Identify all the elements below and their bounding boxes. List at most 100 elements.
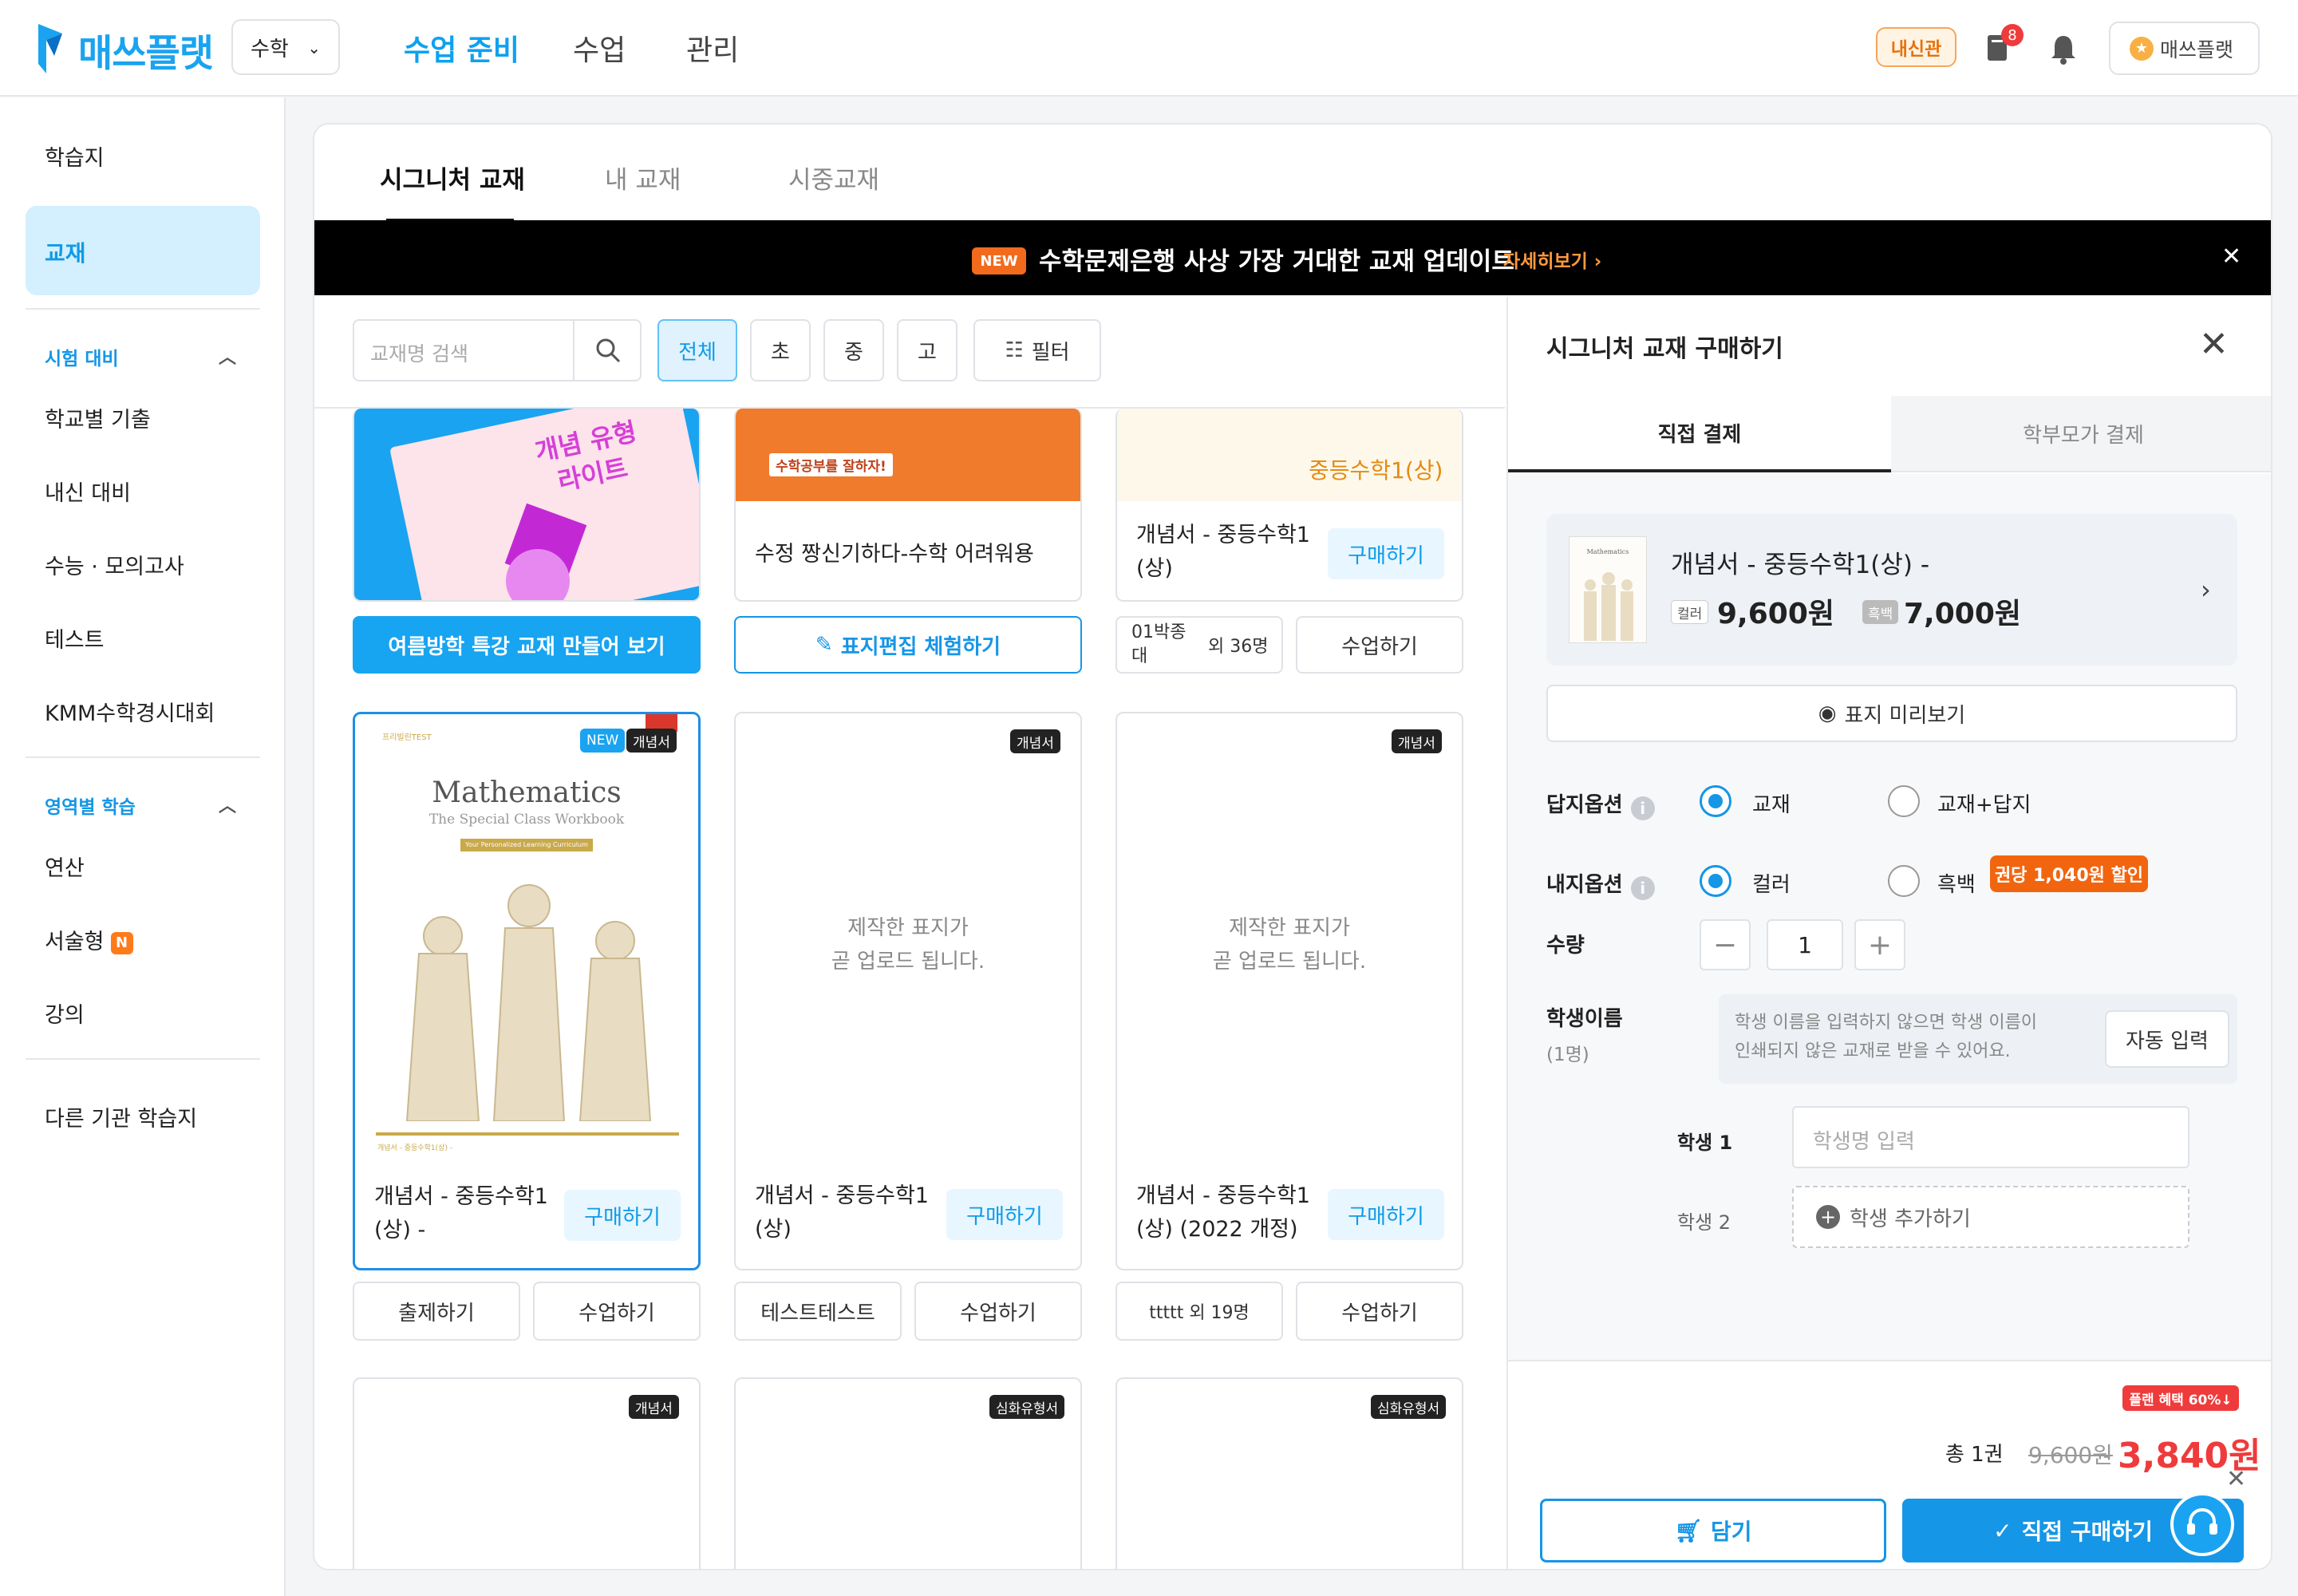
teach-button[interactable]: 수업하기 bbox=[1296, 1282, 1463, 1341]
cover-edit-button[interactable]: ✎ 표지편집 체험하기 bbox=[734, 616, 1082, 674]
paper-option-label: 내지옵션 i bbox=[1546, 868, 1655, 900]
tab-my-textbook[interactable]: 내 교재 bbox=[605, 160, 681, 196]
sidebar-item-other-worksheets[interactable]: 다른 기관 학습지 bbox=[45, 1101, 197, 1132]
assigned-students-button[interactable]: 01박종대 외 36명 bbox=[1115, 616, 1283, 674]
teach-button[interactable]: 수업하기 bbox=[1296, 616, 1463, 674]
book-card[interactable]: 개념서 제작한 표지가 곧 업로드 됩니다. 개념서 - 중등수학1 (상) (… bbox=[1115, 712, 1463, 1270]
quantity-minus-button[interactable]: − bbox=[1700, 919, 1751, 970]
assigned-students-button[interactable]: ttttt 외 19명 bbox=[1115, 1282, 1283, 1341]
book-title: 개념서 - 중등수학1 (상) (2022 개정) bbox=[1136, 1183, 1310, 1242]
tab-direct-pay[interactable]: 직접 결제 bbox=[1508, 396, 1891, 472]
book-cover: 프리빌린TEST Mathematics The Special Class W… bbox=[355, 714, 698, 1152]
auto-fill-button[interactable]: 자동 입력 bbox=[2105, 1010, 2229, 1068]
radio-bw[interactable] bbox=[1888, 865, 1920, 897]
nav-class[interactable]: 수업 bbox=[573, 27, 626, 69]
divider bbox=[26, 308, 260, 310]
sidebar-item-worksheet[interactable]: 학습지 bbox=[45, 140, 105, 172]
sidebar-item-school-exams[interactable]: 학교별 기출 bbox=[45, 402, 151, 433]
buy-button[interactable]: 구매하기 bbox=[1328, 528, 1444, 579]
add-student-button[interactable]: + 학생 추가하기 bbox=[1792, 1186, 2189, 1248]
radio-textbook-answers[interactable] bbox=[1888, 785, 1920, 817]
user-menu-button[interactable]: ★ 매쓰플랫 bbox=[2109, 22, 2260, 75]
summer-special-button[interactable]: 여름방학 특강 교재 만들어 보기 bbox=[353, 616, 701, 674]
search-input[interactable]: 교재명 검색 bbox=[370, 338, 468, 367]
nav-manage[interactable]: 관리 bbox=[686, 27, 739, 69]
cover-edit-label: 표지편집 체험하기 bbox=[840, 634, 1001, 659]
color-price: 9,600원 bbox=[1717, 598, 1834, 630]
filter-button[interactable]: ☷ 필터 bbox=[973, 319, 1101, 381]
section-exam-prep[interactable]: 시험 대비 ︿ bbox=[45, 343, 236, 370]
quantity-plus-button[interactable]: + bbox=[1854, 919, 1905, 970]
banner-more-link[interactable]: 자세히보기 › bbox=[1503, 246, 1601, 273]
nav-class-prep[interactable]: 수업 준비 bbox=[404, 27, 519, 69]
answer-option-label: 답지옵션 i bbox=[1546, 788, 1655, 820]
chevron-down-icon: ⌄ bbox=[307, 38, 321, 57]
announcement-banner[interactable]: NEW 수학문제은행 사상 가장 거대한 교재 업데이트 자세히보기 › ✕ bbox=[314, 220, 2271, 295]
help-chat-button[interactable] bbox=[2170, 1492, 2234, 1556]
logo-text[interactable]: 매쓰플랫 bbox=[78, 22, 214, 77]
search-button[interactable] bbox=[573, 321, 642, 380]
radio-color[interactable] bbox=[1700, 865, 1731, 897]
close-icon[interactable]: ✕ bbox=[2199, 324, 2229, 365]
info-icon[interactable]: i bbox=[1630, 876, 1655, 900]
type-tag: 개념서 bbox=[1010, 729, 1060, 753]
buy-button[interactable]: 구매하기 bbox=[564, 1190, 681, 1241]
assigned-test-button[interactable]: 테스트테스트 bbox=[734, 1282, 902, 1341]
tab-market-textbook[interactable]: 시중교재 bbox=[788, 160, 879, 196]
original-price: 9,600원 bbox=[2028, 1442, 2113, 1468]
search-box[interactable]: 교재명 검색 bbox=[353, 319, 642, 381]
sidebar-item-textbook[interactable]: 교재 bbox=[26, 206, 260, 295]
naesin-badge-button[interactable]: 내신관 bbox=[1876, 27, 1956, 67]
cover-divider bbox=[376, 1132, 679, 1136]
chip-high[interactable]: 고 bbox=[897, 319, 958, 381]
tab-signature[interactable]: 시그니처 교재 bbox=[380, 160, 525, 196]
quantity-input[interactable]: 1 bbox=[1767, 919, 1843, 970]
buy-button[interactable]: 구매하기 bbox=[946, 1189, 1063, 1240]
sidebar-item-essay[interactable]: 서술형 N bbox=[45, 924, 133, 955]
product-summary[interactable]: Mathematics 개념서 - 중등수학1(상) - 컬러 9,600원 흑… bbox=[1546, 514, 2237, 666]
banner-message: 수학문제은행 사상 가장 거대한 교재 업데이트 bbox=[1039, 247, 1514, 276]
radio-textbook-answers-label: 교재+답지 bbox=[1937, 793, 2031, 817]
subject-select[interactable]: 수학 ⌄ bbox=[231, 19, 340, 75]
add-student-label: 학생 추가하기 bbox=[1850, 1207, 1971, 1231]
radio-bw-label: 흑백 bbox=[1937, 873, 1976, 897]
sidebar-item-calc[interactable]: 연산 bbox=[45, 851, 85, 882]
book-card[interactable]: 개념서 제작한 표지가 곧 업로드 됩니다. 개념서 - 중등수학1 (상) 구… bbox=[734, 712, 1082, 1270]
add-to-cart-button[interactable]: 🛒︎ 담기 bbox=[1540, 1499, 1886, 1562]
chip-middle[interactable]: 중 bbox=[823, 319, 884, 381]
radio-textbook[interactable] bbox=[1700, 785, 1731, 817]
close-icon[interactable]: ✕ bbox=[2221, 243, 2241, 271]
book-card[interactable]: 심화유형서 bbox=[1115, 1377, 1463, 1569]
section-title: 시험 대비 bbox=[45, 349, 119, 369]
book-card[interactable]: 중등수학1(상) 개념서 - 중등수학1 (상) 구매하기 bbox=[1115, 409, 1463, 602]
chip-all[interactable]: 전체 bbox=[657, 319, 737, 381]
sidebar-item-naesin[interactable]: 내신 대비 bbox=[45, 476, 131, 507]
statue-illustration bbox=[1584, 572, 1633, 641]
teach-button[interactable]: 수업하기 bbox=[914, 1282, 1082, 1341]
info-icon[interactable]: i bbox=[1630, 796, 1655, 820]
option-label-text: 답지옵션 bbox=[1546, 793, 1623, 817]
chevron-right-icon[interactable]: › bbox=[2201, 575, 2211, 605]
sidebar-item-suneung[interactable]: 수능 · 모의고사 bbox=[45, 549, 184, 580]
cover-preview-button[interactable]: ◉ 표지 미리보기 bbox=[1546, 685, 2237, 742]
book-card[interactable]: 개념서 bbox=[353, 1377, 701, 1569]
student-1-input[interactable]: 학생명 입력 bbox=[1792, 1106, 2189, 1168]
book-card[interactable]: 심화유형서 bbox=[734, 1377, 1082, 1569]
tab-parent-pay[interactable]: 학부모가 결제 bbox=[1891, 396, 2271, 472]
sidebar-item-test[interactable]: 테스트 bbox=[45, 622, 105, 654]
make-exam-button[interactable]: 출제하기 bbox=[353, 1282, 520, 1341]
book-card[interactable]: 수학공부를 잘하자! 수정 짱신기하다-수학 어려워용 bbox=[734, 409, 1082, 602]
book-card-selected[interactable]: 프리빌린TEST Mathematics The Special Class W… bbox=[353, 712, 701, 1270]
check-icon: ✓ bbox=[1993, 1517, 2012, 1544]
buy-button[interactable]: 구매하기 bbox=[1328, 1189, 1444, 1240]
teach-button[interactable]: 수업하기 bbox=[533, 1282, 701, 1341]
cover-subtitle: The Special Class Workbook bbox=[428, 812, 625, 828]
book-card[interactable]: 개념 유형 라이트 bbox=[353, 409, 701, 602]
bell-icon[interactable] bbox=[2049, 34, 2078, 65]
sidebar-item-kmm[interactable]: KMM수학경시대회 bbox=[45, 696, 215, 727]
pencil-icon: ✎ bbox=[815, 633, 833, 657]
section-domain-study[interactable]: 영역별 학습 ︿ bbox=[45, 792, 236, 819]
chip-elementary[interactable]: 초 bbox=[750, 319, 811, 381]
close-icon[interactable]: ✕ bbox=[2226, 1465, 2246, 1493]
sidebar-item-lecture[interactable]: 강의 bbox=[45, 998, 85, 1029]
